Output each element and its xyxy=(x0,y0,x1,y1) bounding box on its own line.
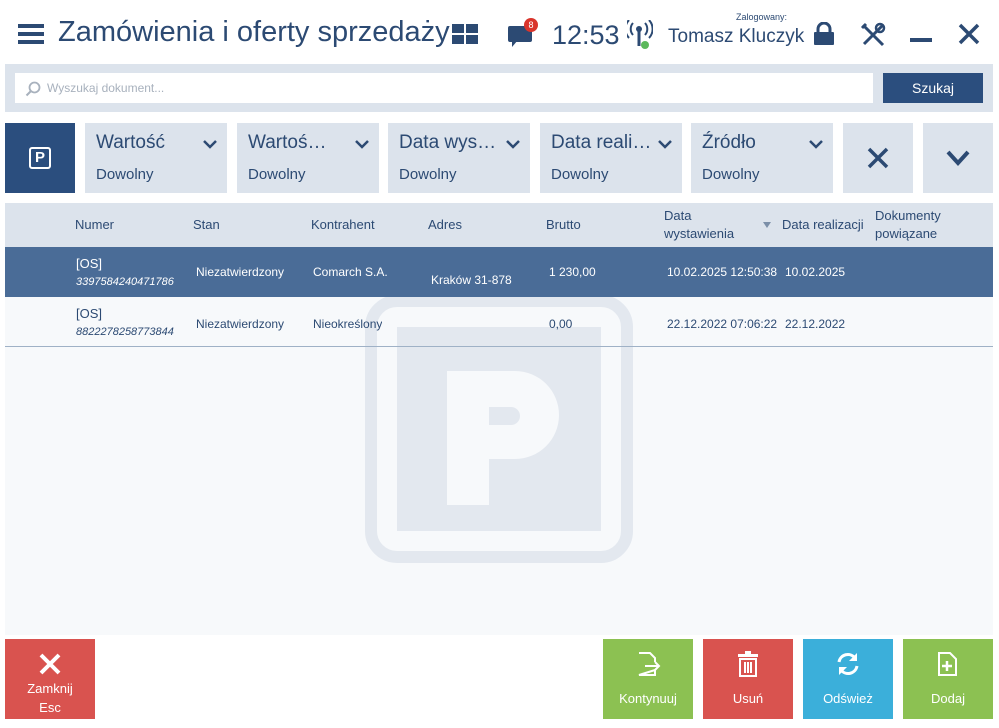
parking-p-icon: P xyxy=(29,147,51,169)
logged-in-label: Zalogowany: xyxy=(736,12,788,22)
chevron-down-icon xyxy=(355,140,369,149)
filter-value: Dowolny xyxy=(96,166,154,183)
row-contractor: Comarch S.A. xyxy=(313,265,388,279)
filter-wartosc-2[interactable]: Wartoś… Dowolny xyxy=(237,123,379,193)
add-button[interactable]: Dodaj xyxy=(903,639,993,719)
table-body: [OS] 3397584240471786 Niezatwierdzony Co… xyxy=(5,247,993,635)
refresh-icon xyxy=(837,653,859,675)
delete-button-label: Usuń xyxy=(732,691,764,706)
column-adres[interactable]: Adres xyxy=(428,216,462,234)
column-brutto[interactable]: Brutto xyxy=(546,216,581,234)
filter-wartosc[interactable]: Wartość Dowolny xyxy=(85,123,227,193)
chevron-down-icon xyxy=(203,140,217,149)
column-dokumenty-powiazane[interactable]: Dokumenty powiązane xyxy=(875,207,941,243)
row-state: Niezatwierdzony xyxy=(196,317,285,331)
row-realization-date: 10.02.2025 xyxy=(785,265,846,279)
chevron-down-icon xyxy=(506,140,520,149)
filter-value: Dowolny xyxy=(399,166,457,183)
tools-icon[interactable] xyxy=(860,22,886,48)
column-numer[interactable]: Numer xyxy=(75,216,114,234)
sort-descending-icon xyxy=(763,222,771,228)
row-gross: 0,00 xyxy=(549,317,573,331)
user-name: Tomasz Kluczyk xyxy=(668,26,805,47)
table-header: Numer Stan Kontrahent Adres Brutto Data … xyxy=(5,203,993,247)
close-icon xyxy=(867,147,889,169)
search-input[interactable] xyxy=(15,73,873,103)
column-label-line: Dokumenty xyxy=(875,208,941,223)
filter-label: Źródło xyxy=(702,132,756,153)
close-icon xyxy=(39,653,61,675)
filter-zrodlo[interactable]: Źródło Dowolny xyxy=(691,123,833,193)
table-row[interactable]: [OS] 8822278258773844 Niezatwierdzony Ni… xyxy=(5,297,993,347)
continue-button-label: Kontynuuj xyxy=(619,691,677,706)
refresh-button[interactable]: Odśwież xyxy=(803,639,893,719)
row-issue-date: 10.02.2025 12:50:38 xyxy=(667,265,778,279)
row-type: [OS] xyxy=(76,306,103,321)
row-number: 3397584240471786 xyxy=(76,276,174,288)
close-button[interactable]: Zamknij Esc xyxy=(5,639,95,719)
delete-button[interactable]: Usuń xyxy=(703,639,793,719)
row-address: Kraków 31-878 xyxy=(431,273,512,287)
chevron-down-icon xyxy=(809,140,823,149)
app-header: Zamówienia i oferty sprzedaży 8 12:53 Za… xyxy=(0,0,999,64)
row-number: 8822278258773844 xyxy=(76,326,174,338)
filter-value: Dowolny xyxy=(551,166,609,183)
minimize-icon[interactable] xyxy=(910,38,932,42)
continue-button[interactable]: Kontynuuj xyxy=(603,639,693,719)
clock: 12:53 xyxy=(552,20,620,50)
filter-value: Dowolny xyxy=(248,166,306,183)
expand-filters-button[interactable] xyxy=(923,123,993,193)
column-kontrahent[interactable]: Kontrahent xyxy=(311,216,375,234)
search-bar: Szukaj xyxy=(5,64,993,112)
search-icon xyxy=(25,81,41,97)
document-arrow-icon xyxy=(638,652,661,676)
refresh-button-label: Odśwież xyxy=(823,691,873,706)
lock-icon[interactable] xyxy=(813,22,835,46)
filter-data-wystawienia[interactable]: Data wys… Dowolny xyxy=(388,123,530,193)
column-data-wystawienia[interactable]: Data wystawienia xyxy=(664,207,734,243)
row-issue-date: 22.12.2022 07:06:22 xyxy=(667,317,778,331)
document-type-tile[interactable]: P xyxy=(5,123,75,193)
clear-filters-button[interactable] xyxy=(843,123,913,193)
close-button-shortcut: Esc xyxy=(39,700,61,715)
row-contractor: Nieokreślony xyxy=(313,317,383,331)
chevron-down-icon xyxy=(658,140,672,149)
column-label-line: wystawienia xyxy=(664,226,735,241)
connection-status-icon[interactable] xyxy=(627,20,653,50)
chevron-down-icon xyxy=(946,150,970,166)
menu-icon[interactable] xyxy=(18,24,44,44)
column-label-line: Data xyxy=(664,208,692,223)
row-state: Niezatwierdzony xyxy=(196,265,285,279)
document-add-icon xyxy=(938,652,957,676)
search-button[interactable]: Szukaj xyxy=(883,73,983,103)
row-realization-date: 22.12.2022 xyxy=(785,317,846,331)
row-type: [OS] xyxy=(76,256,103,271)
add-button-label: Dodaj xyxy=(931,691,965,706)
close-button-label: Zamknij xyxy=(27,681,73,696)
column-data-realizacji[interactable]: Data realizacji xyxy=(782,216,864,234)
trash-icon xyxy=(738,651,758,677)
grid-view-icon[interactable] xyxy=(452,24,478,44)
filter-label: Wartość xyxy=(96,132,165,153)
filter-data-realizacji[interactable]: Data reali… Dowolny xyxy=(540,123,682,193)
column-stan[interactable]: Stan xyxy=(193,216,220,234)
filter-label: Data wys… xyxy=(399,132,497,153)
notification-badge: 8 xyxy=(524,18,538,32)
table-row[interactable]: [OS] 3397584240471786 Niezatwierdzony Co… xyxy=(5,247,993,297)
close-app-icon[interactable] xyxy=(958,22,980,46)
page-title: Zamówienia i oferty sprzedaży xyxy=(58,16,450,48)
column-label-line: powiązane xyxy=(875,226,938,241)
filter-label: Wartoś… xyxy=(248,132,327,153)
filter-label: Data reali… xyxy=(551,132,652,153)
filter-value: Dowolny xyxy=(702,166,760,183)
row-gross: 1 230,00 xyxy=(549,265,596,279)
